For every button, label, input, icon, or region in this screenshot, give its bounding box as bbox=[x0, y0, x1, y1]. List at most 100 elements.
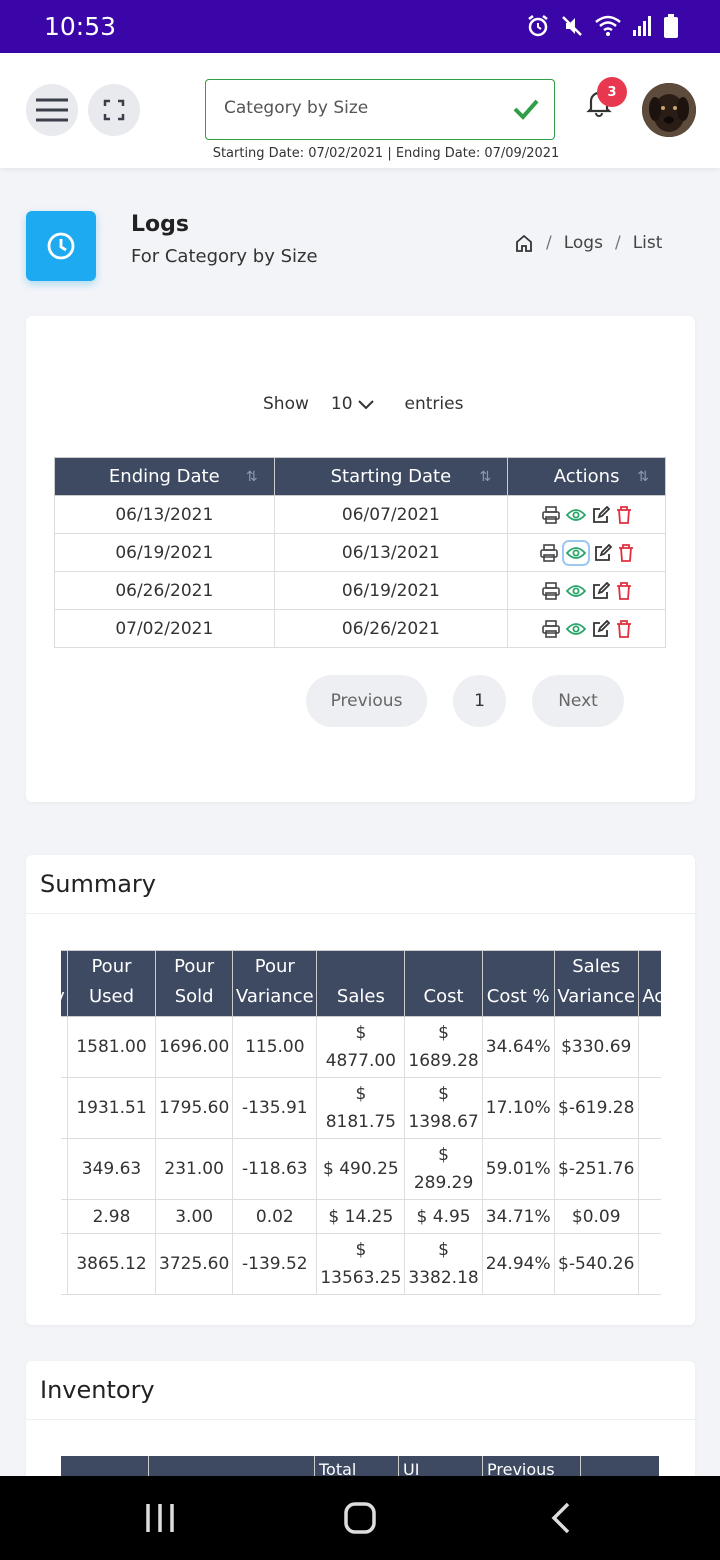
summary-cell: 2.98 bbox=[67, 1199, 156, 1234]
home-nav-icon[interactable] bbox=[344, 1502, 376, 1534]
summary-cell: 17.10% bbox=[481, 1077, 555, 1139]
entries-select[interactable]: 10 bbox=[331, 394, 375, 414]
summary-column-header[interactable]: Cost % bbox=[481, 950, 555, 1017]
summary-cell: $-540.26 bbox=[553, 1233, 639, 1295]
column-header-actions[interactable]: Actions ⇅ bbox=[507, 457, 666, 496]
next-button[interactable]: Next bbox=[532, 675, 624, 727]
summary-column-header[interactable]: Acc bbox=[637, 950, 661, 1017]
summary-cell bbox=[637, 1077, 661, 1139]
status-time: 10:53 bbox=[44, 12, 117, 41]
summary-cell: 3865.12 bbox=[67, 1233, 156, 1295]
summary-column-header[interactable]: Cost bbox=[404, 950, 483, 1017]
actions-cell bbox=[507, 609, 666, 648]
fullscreen-icon bbox=[103, 99, 125, 121]
summary-cell: 24.94% bbox=[481, 1233, 555, 1295]
summary-cell: $ 1398.67 bbox=[404, 1077, 483, 1139]
column-header-starting-date[interactable]: Starting Date ⇅ bbox=[273, 457, 509, 496]
actions-cell bbox=[507, 533, 666, 572]
summary-row: 1931.51 1795.60 -135.91 $ 8181.75 $ 1398.67 1… bbox=[61, 1077, 661, 1139]
previous-button[interactable]: Previous bbox=[306, 675, 427, 727]
avatar[interactable] bbox=[642, 83, 696, 137]
logs-card: Show 10 entries Ending Date ⇅ Starting Da… bbox=[26, 316, 695, 802]
summary-cell: $ 490.25 bbox=[316, 1138, 406, 1200]
battery-icon bbox=[664, 14, 678, 38]
status-icons bbox=[526, 14, 678, 38]
view-icon[interactable] bbox=[565, 582, 586, 600]
summary-row: 2.98 3.00 0.02 $ 14.25 $ 4.95 34.71% $0.09 bbox=[61, 1199, 661, 1234]
summary-column-header[interactable]: Sales bbox=[316, 950, 406, 1017]
summary-row: 3865.12 3725.60 -139.52 $ 13563.25 $ 3382.18… bbox=[61, 1233, 661, 1295]
table-row: 06/19/2021 06/13/2021 bbox=[54, 533, 666, 572]
summary-table-scroll[interactable]: yPour UsedPour SoldPour VarianceSalesCos… bbox=[61, 950, 661, 1295]
page-1-button[interactable]: 1 bbox=[453, 675, 506, 727]
dog-avatar-icon bbox=[642, 83, 696, 137]
print-icon[interactable] bbox=[541, 505, 560, 524]
divider bbox=[26, 913, 695, 914]
page-subtitle: For Category by Size bbox=[131, 246, 318, 267]
view-icon[interactable] bbox=[565, 620, 586, 638]
signal-icon bbox=[633, 16, 651, 36]
starting-date-cell: 06/13/2021 bbox=[273, 533, 509, 572]
summary-cell: 1931.51 bbox=[67, 1077, 156, 1139]
edit-icon[interactable] bbox=[594, 543, 612, 562]
logs-title-icon-box bbox=[26, 211, 96, 281]
delete-icon[interactable] bbox=[618, 543, 634, 562]
ending-date-cell: 06/13/2021 bbox=[54, 495, 275, 534]
home-icon[interactable] bbox=[514, 233, 534, 253]
ending-date-cell: 06/26/2021 bbox=[54, 571, 275, 610]
app-header: Category by Size Starting Date: 07/02/20… bbox=[0, 53, 720, 168]
summary-cell: 3.00 bbox=[154, 1199, 234, 1234]
fullscreen-button[interactable] bbox=[88, 84, 140, 136]
recent-apps-icon[interactable] bbox=[144, 1502, 176, 1534]
view-icon[interactable] bbox=[565, 506, 586, 524]
category-value: Category by Size bbox=[224, 98, 369, 118]
entries-select-value: 10 bbox=[330, 394, 353, 414]
summary-cell: -118.63 bbox=[232, 1138, 318, 1200]
print-icon[interactable] bbox=[541, 581, 560, 600]
summary-cell: $ 289.29 bbox=[404, 1138, 483, 1200]
hamburger-icon bbox=[36, 98, 68, 122]
category-selector[interactable]: Category by Size bbox=[205, 79, 555, 140]
notification-badge: 3 bbox=[597, 77, 627, 107]
summary-cell bbox=[637, 1138, 661, 1200]
actions-cell bbox=[507, 571, 666, 610]
summary-title: Summary bbox=[40, 870, 156, 898]
delete-icon[interactable] bbox=[616, 581, 632, 600]
print-icon[interactable] bbox=[539, 543, 558, 562]
sort-icon: ⇅ bbox=[245, 469, 258, 485]
alarm-icon bbox=[528, 15, 548, 37]
pagination: Previous 1 Next bbox=[306, 675, 624, 727]
menu-button[interactable] bbox=[26, 84, 78, 136]
summary-cell: 1696.00 bbox=[154, 1016, 234, 1078]
table-row: 07/02/2021 06/26/2021 bbox=[54, 609, 666, 648]
summary-table: yPour UsedPour SoldPour VarianceSalesCos… bbox=[61, 950, 661, 1295]
inventory-title: Inventory bbox=[40, 1376, 155, 1404]
table-row: 06/13/2021 06/07/2021 bbox=[54, 495, 666, 534]
summary-cell: $-251.76 bbox=[553, 1138, 639, 1200]
date-range: Starting Date: 07/02/2021 | Ending Date:… bbox=[212, 146, 560, 161]
back-icon[interactable] bbox=[550, 1502, 574, 1534]
summary-column-header[interactable]: Pour Variance bbox=[232, 950, 318, 1017]
show-label: Show bbox=[263, 394, 309, 414]
delete-icon[interactable] bbox=[616, 619, 632, 638]
edit-icon[interactable] bbox=[592, 619, 610, 638]
edit-icon[interactable] bbox=[592, 505, 610, 524]
edit-icon[interactable] bbox=[592, 581, 610, 600]
mute-icon bbox=[562, 16, 582, 36]
view-icon[interactable] bbox=[561, 539, 590, 566]
print-icon[interactable] bbox=[541, 619, 560, 638]
logs-table: Ending Date ⇅ Starting Date ⇅ Actions ⇅ 06/… bbox=[54, 457, 666, 648]
inventory-card: Inventory Total UI Previous bbox=[26, 1361, 695, 1496]
summary-column-header[interactable]: Pour Used bbox=[67, 950, 156, 1017]
summary-cell: $-619.28 bbox=[553, 1077, 639, 1139]
delete-icon[interactable] bbox=[616, 505, 632, 524]
summary-cell: -135.91 bbox=[232, 1077, 318, 1139]
ending-date-cell: 06/19/2021 bbox=[54, 533, 275, 572]
summary-column-header[interactable]: Sales Variance bbox=[553, 950, 639, 1017]
actions-cell bbox=[507, 495, 666, 534]
breadcrumb-logs[interactable]: Logs bbox=[564, 233, 603, 253]
summary-column-header[interactable]: Pour Sold bbox=[154, 950, 234, 1017]
summary-cell bbox=[637, 1199, 661, 1234]
column-header-ending-date[interactable]: Ending Date ⇅ bbox=[54, 457, 275, 496]
summary-cell: -139.52 bbox=[232, 1233, 318, 1295]
